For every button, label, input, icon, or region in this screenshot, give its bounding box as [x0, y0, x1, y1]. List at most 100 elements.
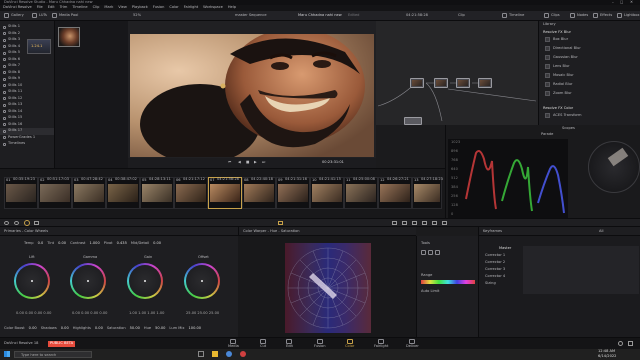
node-corrector-2[interactable]	[434, 78, 448, 88]
color-warper-icon[interactable]	[278, 221, 283, 225]
highlights-value[interactable]: 0.00	[95, 326, 103, 331]
zoom-level[interactable]: 52%	[133, 13, 141, 18]
node-corrector-4[interactable]	[478, 78, 492, 88]
page-media[interactable]: Media	[228, 339, 239, 349]
page-cut[interactable]: Cut	[260, 339, 266, 349]
sizing-icon[interactable]	[442, 221, 447, 225]
menu-item[interactable]: Help	[228, 6, 236, 10]
timeline-name[interactable]: master Sequence	[235, 13, 267, 18]
clip-thumbnail[interactable]: 03 00:47:28:42	[72, 177, 106, 209]
gain-wheel[interactable]	[127, 263, 163, 299]
page-fairlight[interactable]: Fairlight	[374, 339, 388, 349]
node-corrector-3[interactable]	[456, 78, 470, 88]
select-tool-icon[interactable]	[421, 250, 426, 255]
skip-forward-button[interactable]: ⏭	[262, 160, 265, 165]
shadows-value[interactable]: 0.00	[61, 326, 69, 331]
keyframe-row[interactable]: Corrector 4	[485, 274, 505, 279]
menu-item[interactable]: File	[37, 6, 43, 10]
column-tool-icon[interactable]	[435, 250, 440, 255]
hdr-icon[interactable]	[34, 221, 39, 225]
clips-button[interactable]: Clips	[544, 13, 560, 18]
gamma-wheel[interactable]	[70, 263, 106, 299]
viewer-frame[interactable]	[130, 28, 374, 164]
key-icon[interactable]	[432, 221, 437, 225]
tracker-icon[interactable]	[412, 221, 417, 225]
clip-thumbnail[interactable]: 11 04:25:00:08	[344, 177, 378, 209]
media-pool-button[interactable]: Media Pool	[52, 13, 78, 18]
node-sizing[interactable]	[404, 117, 422, 125]
still-frame-thumbnail[interactable]	[58, 27, 80, 47]
effect-item[interactable]: Box Blur	[539, 35, 640, 44]
still-thumbnail[interactable]: 1.24.1	[27, 39, 51, 54]
keyframe-row[interactable]: Corrector 1	[485, 253, 505, 258]
effect-item[interactable]: Zoom Blur	[539, 89, 640, 98]
mid-detail-value[interactable]: 0.00	[153, 241, 161, 250]
play-button[interactable]: ▶	[254, 160, 257, 165]
clip-dropdown[interactable]: Clip	[458, 13, 465, 18]
effect-item[interactable]: Mosaic Blur	[539, 71, 640, 80]
home-icon[interactable]	[618, 341, 623, 346]
stop-button[interactable]: ■	[246, 160, 249, 165]
taskbar-search[interactable]: Type here to search	[14, 351, 92, 358]
gain-values[interactable]: 1.00 1.00 1.00 1.00	[129, 311, 164, 316]
color-match-icon[interactable]	[14, 221, 19, 225]
task-view-icon[interactable]	[198, 351, 204, 357]
keyframe-row[interactable]: Corrector 3	[485, 267, 505, 272]
lift-wheel[interactable]	[14, 263, 50, 299]
camera-raw-icon[interactable]	[4, 221, 9, 225]
play-reverse-button[interactable]: ◀	[238, 160, 241, 165]
clip-thumbnail[interactable]: 12 04:26:27:21	[378, 177, 412, 209]
pin-tool-icon[interactable]	[428, 250, 433, 255]
close-button[interactable]: ✕	[630, 0, 633, 5]
effect-item[interactable]: Radial Blur	[539, 80, 640, 89]
lightbox-button[interactable]: Lightbox	[617, 13, 639, 18]
blur-icon[interactable]	[422, 221, 427, 225]
menu-item[interactable]: Clip	[93, 6, 100, 10]
maximize-button[interactable]: □	[620, 0, 623, 5]
clip-thumbnail[interactable]: 04 00:38:47:02	[106, 177, 140, 209]
timelines-item[interactable]: Timelines	[0, 141, 54, 148]
keyframes-filter[interactable]: All	[599, 229, 603, 234]
auto-limit-label[interactable]: Auto Limit	[421, 289, 439, 294]
menu-item[interactable]: Mark	[104, 6, 113, 10]
clip-thumbnail[interactable]: 08 04:22:40:18	[242, 177, 276, 209]
keyframe-row[interactable]: Sizing	[485, 281, 496, 286]
lift-values[interactable]: 0.00 0.00 0.00 0.00	[16, 311, 51, 316]
effect-item[interactable]: Lens Blur	[539, 62, 640, 71]
menu-item[interactable]: View	[118, 6, 127, 10]
clip-thumbnail-active[interactable]: 07 04:21:58:28	[208, 177, 242, 209]
hue-saturation-grid[interactable]	[285, 243, 371, 333]
luts-button[interactable]: LUTs	[32, 13, 47, 18]
color-boost-value[interactable]: 0.00	[29, 326, 37, 331]
keyframe-track[interactable]	[523, 246, 639, 294]
clip-thumbnail[interactable]: 01 00:35:19:23	[4, 177, 38, 209]
offset-values[interactable]: 25.00 25.00 25.00	[186, 311, 219, 316]
node-editor[interactable]	[376, 21, 538, 125]
resolve-taskbar-icon[interactable]	[240, 351, 246, 357]
gamma-values[interactable]: 0.00 0.00 0.00 0.00	[72, 311, 107, 316]
lum-mix-value[interactable]: 100.00	[189, 326, 202, 331]
clip-thumbnail[interactable]: 13 04:27:18:23	[412, 177, 443, 209]
color-wheels-icon[interactable]	[24, 220, 30, 226]
menu-item[interactable]: Edit	[48, 6, 55, 10]
hue-range-bar[interactable]	[421, 280, 475, 284]
page-edit[interactable]: Edit	[286, 339, 293, 349]
clip-thumbnail[interactable]: 02 00:51:17:03	[38, 177, 72, 209]
scope-mode-dropdown[interactable]: Parade	[541, 132, 553, 137]
saturation-value[interactable]: 50.00	[130, 326, 140, 331]
page-color[interactable]: Color	[345, 339, 354, 349]
keyframe-row[interactable]: Corrector 2	[485, 260, 505, 265]
page-fusion[interactable]: Fusion	[314, 339, 326, 349]
menu-item[interactable]: Trim	[60, 6, 68, 10]
skip-back-button[interactable]: ⏮	[228, 160, 231, 165]
timeline-button[interactable]: Timeline	[502, 13, 524, 18]
menu-item[interactable]: Timeline	[72, 6, 87, 10]
node-corrector-1[interactable]	[410, 78, 424, 88]
menu-item[interactable]: Workspace	[203, 6, 223, 10]
menu-item[interactable]: Color	[169, 6, 178, 10]
menu-item[interactable]: DaVinci Resolve	[3, 6, 32, 10]
offset-wheel[interactable]	[184, 263, 220, 299]
clip-thumbnail[interactable]: 06 04:21:17:12	[174, 177, 208, 209]
start-icon[interactable]	[4, 351, 10, 357]
keyframe-master[interactable]: Master	[499, 246, 511, 251]
